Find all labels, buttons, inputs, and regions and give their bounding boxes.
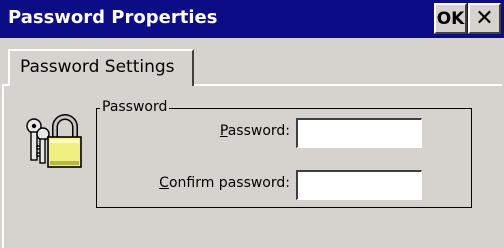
confirm-password-field[interactable] (296, 170, 422, 200)
title-bar: Password Properties OK ✕ (0, 0, 504, 38)
password-field[interactable] (296, 118, 422, 148)
close-button[interactable]: ✕ (468, 3, 501, 34)
keys-lock-icon (26, 114, 82, 168)
group-title: Password (100, 98, 170, 116)
window-title: Password Properties (8, 7, 218, 28)
confirm-password-label: Confirm password: (159, 175, 290, 191)
ok-button[interactable]: OK (434, 3, 467, 34)
password-label: Password: (219, 123, 290, 139)
tab-password-settings[interactable]: Password Settings (8, 49, 194, 86)
